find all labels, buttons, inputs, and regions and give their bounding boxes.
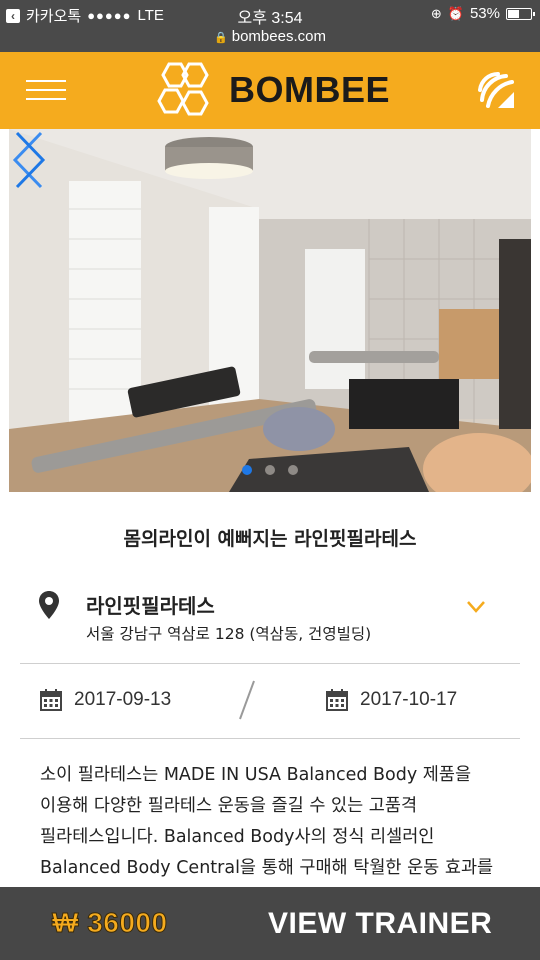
site-header: BOMBEE [0, 52, 540, 129]
logo-text: BOMBEE [229, 69, 391, 110]
bottom-action-bar: ₩ 36000 VIEW TRAINER [0, 887, 540, 960]
lock-icon: 🔒 [214, 32, 228, 44]
next-slide-chevron-right-icon[interactable] [9, 129, 49, 191]
location-section[interactable]: 라인핏필라테스 서울 강남구 역삼로 128 (역삼동, 건영빌딩) [20, 582, 520, 664]
battery-level [508, 9, 519, 18]
calendar-icon [326, 689, 348, 711]
studio-photo [9, 129, 531, 492]
listing-title: 몸의라인이 예뻐지는 라인핏필라테스 [123, 528, 417, 550]
site-logo[interactable]: BOMBEE [155, 62, 390, 118]
end-date: 2017-10-17 [326, 689, 457, 711]
calendar-icon [40, 689, 62, 711]
battery-icon [506, 7, 535, 20]
battery-percent: 53% [469, 5, 500, 22]
slider-dot-3[interactable] [288, 465, 298, 475]
chevron-down-icon[interactable] [466, 600, 486, 614]
place-address: 서울 강남구 역삼로 128 (역삼동, 건영빌딩) [86, 625, 372, 643]
end-date-text: 2017-10-17 [360, 689, 458, 710]
view-trainer-button[interactable]: VIEW TRAINER [268, 907, 492, 941]
start-date-text: 2017-09-13 [74, 689, 172, 710]
rotation-lock-icon: ⊕ [430, 5, 442, 21]
status-bar: ‹ 카카오톡 ●●●●● LTE 오후 3:54 ⊕ ⏰ 53% [0, 0, 540, 28]
date-separator [239, 680, 255, 720]
date-range: 2017-09-13 2017-10-17 [20, 665, 520, 739]
status-bar-right: ⊕ ⏰ 53% [430, 5, 535, 22]
slider-dot-2[interactable] [265, 465, 275, 475]
price-label: ₩ 36000 [52, 907, 168, 939]
alarm-icon: ⏰ [447, 5, 464, 21]
map-pin-icon [39, 591, 59, 619]
hamburger-icon[interactable] [26, 78, 66, 102]
slider-pagination [9, 465, 531, 475]
url-bar[interactable]: 🔒 bombees.com [0, 28, 540, 52]
honeycomb-logo-icon [157, 62, 209, 116]
start-date: 2017-09-13 [40, 689, 171, 711]
place-name: 라인핏필라테스 [86, 594, 215, 618]
bombee-feed-icon[interactable] [474, 68, 518, 112]
url-text[interactable]: bombees.com [232, 28, 326, 45]
slider-dot-1[interactable] [242, 465, 252, 475]
hero-image-slider[interactable] [9, 129, 531, 492]
